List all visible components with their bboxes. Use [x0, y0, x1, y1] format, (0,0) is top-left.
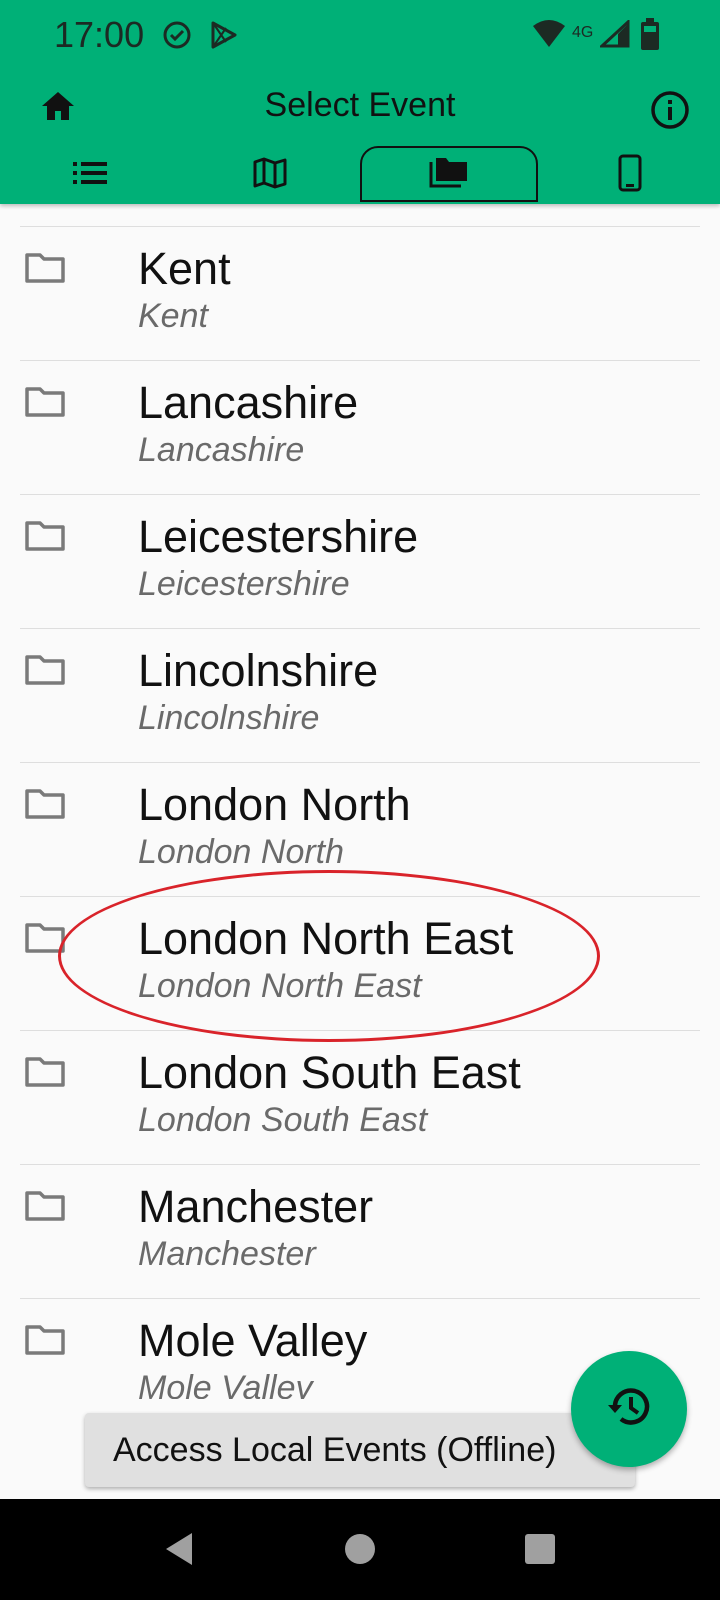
folders-icon — [429, 156, 469, 193]
tab-folders[interactable] — [360, 146, 538, 202]
system-nav-bar — [0, 1499, 720, 1600]
list-item[interactable]: Lancashire Lancashire — [20, 360, 700, 495]
folder-icon — [24, 921, 66, 960]
item-subtitle: Lincolnshire — [138, 699, 320, 737]
offline-events-button[interactable]: Access Local Events (Offline) — [85, 1413, 635, 1487]
app-bar: 17:00 4G Select Event — [0, 0, 720, 204]
folder-icon — [24, 653, 66, 692]
back-icon[interactable] — [162, 1531, 196, 1572]
item-subtitle: Manchester — [138, 1235, 316, 1273]
item-title: Lincolnshire — [138, 645, 379, 696]
list-item[interactable]: London South East London South East — [20, 1030, 700, 1165]
history-icon — [605, 1385, 653, 1434]
status-time: 17:00 — [54, 14, 145, 55]
item-title: Mole Valley — [138, 1315, 368, 1366]
folder-icon — [24, 787, 66, 826]
page-title: Select Event — [264, 86, 456, 124]
event-list: Kent Kent Lancashire Lancashire Leiceste… — [0, 204, 720, 1399]
folder-icon — [24, 251, 66, 290]
item-subtitle: Lancashire — [138, 431, 305, 469]
check-circle-icon — [162, 20, 192, 55]
list-item[interactable]: Lincolnshire Lincolnshire — [20, 628, 700, 763]
item-subtitle: Mole Valley — [138, 1369, 313, 1399]
signal-icon — [598, 18, 630, 53]
info-icon[interactable] — [650, 90, 690, 135]
item-title: Lancashire — [138, 377, 359, 428]
item-title: London North East — [138, 913, 514, 964]
home-nav-icon[interactable] — [344, 1533, 376, 1570]
item-subtitle: Kent — [138, 297, 208, 335]
network-type-label: 4G — [572, 24, 594, 41]
tab-list[interactable] — [0, 146, 180, 204]
list-item[interactable]: London North East London North East — [20, 896, 700, 1031]
item-subtitle: Leicestershire — [138, 565, 350, 603]
wifi-icon — [532, 20, 566, 53]
folder-icon — [24, 1189, 66, 1228]
folder-icon — [24, 519, 66, 558]
item-title: London South East — [138, 1047, 521, 1098]
item-subtitle: London South East — [138, 1101, 428, 1139]
folder-icon — [24, 1055, 66, 1094]
item-title: Leicestershire — [138, 511, 419, 562]
recents-icon[interactable] — [524, 1533, 556, 1570]
item-title: London North — [138, 779, 411, 830]
item-title: Manchester — [138, 1181, 374, 1232]
item-subtitle: London North East — [138, 967, 422, 1005]
folder-icon — [24, 1323, 66, 1362]
battery-icon — [640, 18, 660, 55]
list-item[interactable]: Leicestershire Leicestershire — [20, 494, 700, 629]
map-icon — [253, 157, 287, 194]
list-item[interactable]: London North London North — [20, 762, 700, 897]
play-store-icon — [208, 20, 238, 55]
tab-map[interactable] — [180, 146, 360, 204]
item-title: Kent — [138, 243, 231, 294]
history-button[interactable] — [571, 1351, 687, 1467]
folder-icon — [24, 385, 66, 424]
phone-icon — [618, 154, 642, 197]
list-item[interactable]: Kent Kent — [20, 226, 700, 361]
list-icon — [73, 161, 107, 190]
list-item[interactable]: Manchester Manchester — [20, 1164, 700, 1299]
item-subtitle: London North — [138, 833, 345, 871]
tab-device[interactable] — [540, 146, 720, 204]
